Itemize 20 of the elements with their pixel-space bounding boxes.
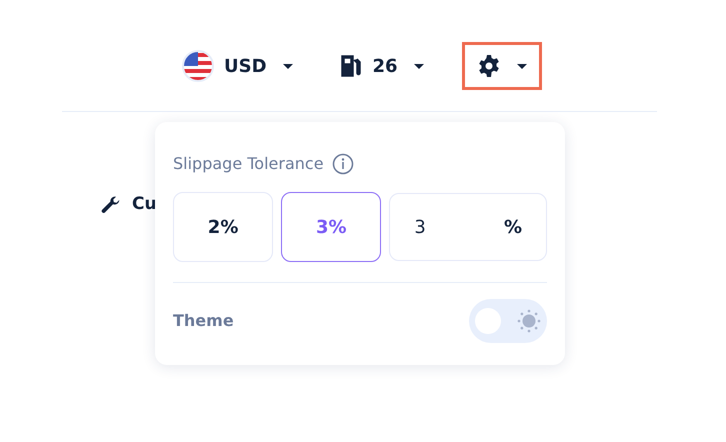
settings-dropdown[interactable]	[462, 42, 542, 90]
menu-item-label: Cu	[132, 193, 157, 216]
info-icon[interactable]	[332, 153, 354, 175]
slippage-title: Slippage Tolerance	[173, 153, 324, 175]
settings-icon	[476, 54, 501, 78]
percent-suffix: %	[504, 216, 522, 240]
caret-icon	[414, 64, 424, 68]
slippage-option[interactable]: 2%	[173, 192, 274, 262]
wrench-icon	[100, 194, 122, 216]
caret-icon	[282, 64, 293, 68]
currency-dropdown[interactable]: USD	[174, 42, 301, 90]
caret-icon	[516, 64, 527, 68]
gas-price-dropdown[interactable]: 26	[330, 42, 432, 90]
slippage-option[interactable]: 3%	[281, 192, 382, 262]
theme-toggle[interactable]	[469, 299, 547, 343]
custom-slippage-field[interactable]: 3 %	[389, 193, 547, 261]
fuel-pump-icon	[338, 54, 363, 78]
theme-label: Theme	[173, 310, 234, 332]
flag-icon	[182, 50, 214, 82]
sun-icon	[517, 309, 541, 333]
